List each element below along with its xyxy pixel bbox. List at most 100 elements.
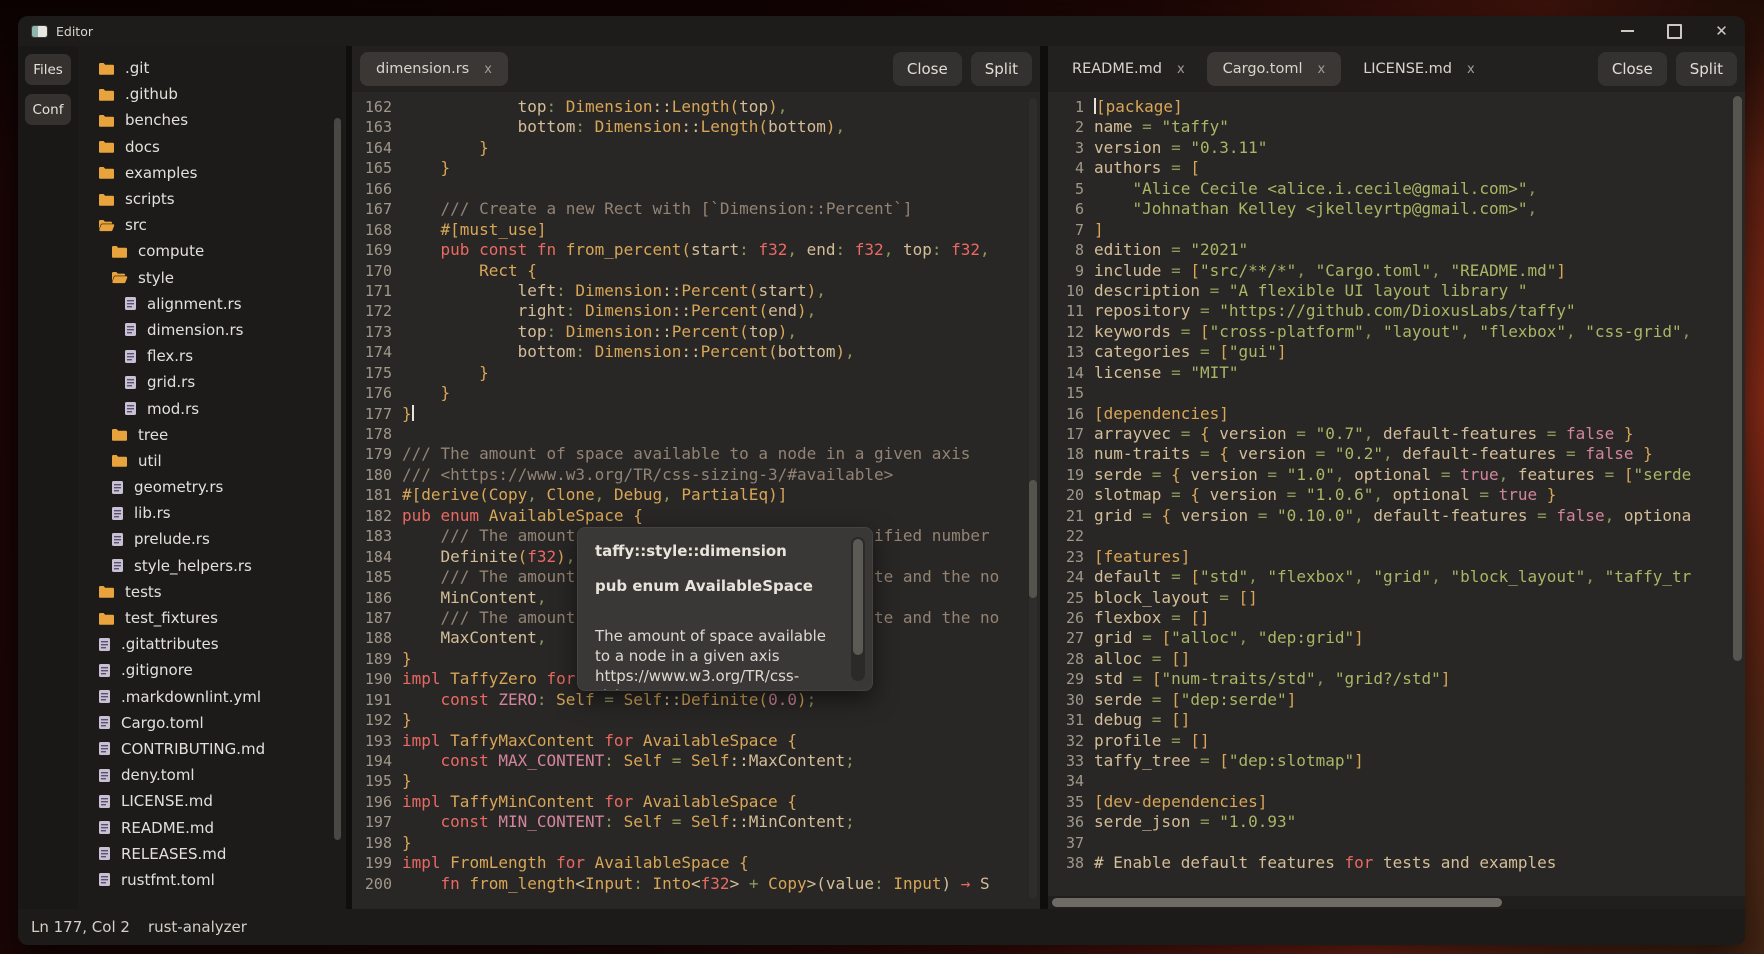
code-line[interactable]: 9include = ["src/**/*", "Cargo.toml", "R… (1048, 261, 1745, 281)
tree-item-style-helpers-rs[interactable]: style_helpers.rs (78, 553, 346, 579)
sidebar-files-button[interactable]: Files (25, 54, 71, 85)
code-line[interactable]: 6 "Johnathan Kelley <jkelleyrtp@gmail.co… (1048, 199, 1745, 219)
code-line[interactable]: 166 (352, 179, 1040, 199)
code-line[interactable]: 193impl TaffyMaxContent for AvailableSpa… (352, 731, 1040, 751)
code-line[interactable]: 1[package] (1048, 97, 1745, 117)
tree-item-contributing-md[interactable]: CONTRIBUTING.md (78, 736, 346, 762)
code-line[interactable]: 20slotmap = { version = "1.0.6", optiona… (1048, 485, 1745, 505)
code-editor-dimension-rs[interactable]: 162 top: Dimension::Length(top),163 bott… (352, 92, 1040, 909)
tree-item-geometry-rs[interactable]: geometry.rs (78, 474, 346, 500)
code-line[interactable]: 24default = ["std", "flexbox", "grid", "… (1048, 567, 1745, 587)
tab-close-icon[interactable]: x (1318, 62, 1326, 77)
tree-item-rustfmt-toml[interactable]: rustfmt.toml (78, 867, 346, 893)
code-line[interactable]: 18num-traits = { version = "0.2", defaul… (1048, 444, 1745, 464)
split-pane-button[interactable]: Split (1676, 52, 1737, 86)
close-pane-button[interactable]: Close (1598, 52, 1667, 86)
code-line[interactable]: 35[dev-dependencies] (1048, 792, 1745, 812)
code-line[interactable]: 36serde_json = "1.0.93" (1048, 812, 1745, 832)
code-line[interactable]: 174 bottom: Dimension::Percent(bottom), (352, 342, 1040, 362)
code-line[interactable]: 5 "Alice Cecile <alice.i.cecile@gmail.co… (1048, 179, 1745, 199)
tree-item-src[interactable]: src (78, 212, 346, 238)
tab-dimension-rs[interactable]: dimension.rsx (360, 52, 508, 86)
tab-close-icon[interactable]: x (484, 62, 492, 77)
code-line[interactable]: 12keywords = ["cross-platform", "layout"… (1048, 322, 1745, 342)
code-line[interactable]: 196impl TaffyMinContent for AvailableSpa… (352, 792, 1040, 812)
tree-item-tests[interactable]: tests (78, 579, 346, 605)
tree-item--markdownlint-yml[interactable]: .markdownlint.yml (78, 684, 346, 710)
tree-item-mod-rs[interactable]: mod.rs (78, 395, 346, 421)
code-line[interactable]: 8edition = "2021" (1048, 240, 1745, 260)
maximize-button[interactable] (1651, 16, 1698, 46)
tree-item-alignment-rs[interactable]: alignment.rs (78, 291, 346, 317)
split-pane-button[interactable]: Split (971, 52, 1032, 86)
close-pane-button[interactable]: Close (893, 52, 962, 86)
code-line[interactable]: 177} (352, 404, 1040, 424)
sidebar-conf-button[interactable]: Conf (25, 94, 71, 125)
code-line[interactable]: 195} (352, 771, 1040, 791)
code-line[interactable]: 179/// The amount of space available to … (352, 444, 1040, 464)
code-line[interactable]: 191 const ZERO: Self = Self::Definite(0.… (352, 690, 1040, 710)
code-line[interactable]: 31debug = [] (1048, 710, 1745, 730)
code-line[interactable]: 197 const MIN_CONTENT: Self = Self::MinC… (352, 812, 1040, 832)
right-pane-hscroll-track[interactable] (1048, 896, 1745, 909)
tree-item--gitattributes[interactable]: .gitattributes (78, 631, 346, 657)
code-line[interactable]: 32profile = [] (1048, 731, 1745, 751)
tree-item-style[interactable]: style (78, 265, 346, 291)
hover-doc-link[interactable]: https://www.w3.org/TR/css-sizing-3/ (595, 666, 832, 691)
code-line[interactable]: 176 } (352, 383, 1040, 403)
code-line[interactable]: 16[dependencies] (1048, 404, 1745, 424)
code-line[interactable]: 33taffy_tree = ["dep:slotmap"] (1048, 751, 1745, 771)
code-line[interactable]: 170 Rect { (352, 261, 1040, 281)
tree-item-examples[interactable]: examples (78, 160, 346, 186)
left-pane-scroll-thumb[interactable] (1029, 480, 1037, 598)
code-line[interactable]: 25block_layout = [] (1048, 588, 1745, 608)
tree-item-compute[interactable]: compute (78, 238, 346, 264)
code-line[interactable]: 178 (352, 424, 1040, 444)
code-line[interactable]: 165 } (352, 158, 1040, 178)
tree-item-cargo-toml[interactable]: Cargo.toml (78, 710, 346, 736)
tab-close-icon[interactable]: x (1467, 62, 1475, 77)
tree-item--gitignore[interactable]: .gitignore (78, 657, 346, 683)
tree-item-scripts[interactable]: scripts (78, 186, 346, 212)
tree-item-prelude-rs[interactable]: prelude.rs (78, 526, 346, 552)
code-line[interactable]: 194 const MAX_CONTENT: Self = Self::MaxC… (352, 751, 1040, 771)
code-line[interactable]: 169 pub const fn from_percent(start: f32… (352, 240, 1040, 260)
tree-item-releases-md[interactable]: RELEASES.md (78, 841, 346, 867)
tree-item-lib-rs[interactable]: lib.rs (78, 500, 346, 526)
code-line[interactable]: 30serde = ["dep:serde"] (1048, 690, 1745, 710)
code-line[interactable]: 182pub enum AvailableSpace { (352, 506, 1040, 526)
tree-item-docs[interactable]: docs (78, 134, 346, 160)
hover-doc-scroll-thumb[interactable] (853, 539, 863, 655)
code-line[interactable]: 38# Enable default features for tests an… (1048, 853, 1745, 873)
tree-item-license-md[interactable]: LICENSE.md (78, 788, 346, 814)
code-line[interactable]: 29std = ["num-traits/std", "grid?/std"] (1048, 669, 1745, 689)
code-line[interactable]: 15 (1048, 383, 1745, 403)
right-pane-vscroll-thumb[interactable] (1733, 96, 1742, 661)
code-line[interactable]: 21grid = { version = "0.10.0", default-f… (1048, 506, 1745, 526)
tree-item-benches[interactable]: benches (78, 107, 346, 133)
tab-readme-md[interactable]: README.mdx (1056, 52, 1201, 86)
code-line[interactable]: 17arrayvec = { version = "0.7", default-… (1048, 424, 1745, 444)
tree-item-flex-rs[interactable]: flex.rs (78, 343, 346, 369)
code-editor-cargo-toml[interactable]: 1[package]2name = "taffy"3version = "0.3… (1048, 92, 1745, 909)
tree-item-test-fixtures[interactable]: test_fixtures (78, 605, 346, 631)
code-line[interactable]: 27grid = ["alloc", "dep:grid"] (1048, 628, 1745, 648)
tab-license-md[interactable]: LICENSE.mdx (1347, 52, 1491, 86)
code-line[interactable]: 13categories = ["gui"] (1048, 342, 1745, 362)
code-line[interactable]: 22 (1048, 526, 1745, 546)
code-line[interactable]: 37 (1048, 833, 1745, 853)
code-line[interactable]: 19serde = { version = "1.0", optional = … (1048, 465, 1745, 485)
code-line[interactable]: 164 } (352, 138, 1040, 158)
titlebar[interactable]: Editor ✕ (18, 16, 1745, 46)
code-line[interactable]: 23[features] (1048, 547, 1745, 567)
code-line[interactable]: 34 (1048, 771, 1745, 791)
tree-item-deny-toml[interactable]: deny.toml (78, 762, 346, 788)
tree-item--git[interactable]: .git (78, 55, 346, 81)
code-line[interactable]: 10description = "A flexible UI layout li… (1048, 281, 1745, 301)
code-line[interactable]: 14license = "MIT" (1048, 363, 1745, 383)
tab-cargo-toml[interactable]: Cargo.tomlx (1207, 52, 1342, 86)
code-line[interactable]: 200 fn from_length<Input: Into<f32> + Co… (352, 874, 1040, 894)
code-line[interactable]: 163 bottom: Dimension::Length(bottom), (352, 117, 1040, 137)
code-line[interactable]: 28alloc = [] (1048, 649, 1745, 669)
code-line[interactable]: 175 } (352, 363, 1040, 383)
